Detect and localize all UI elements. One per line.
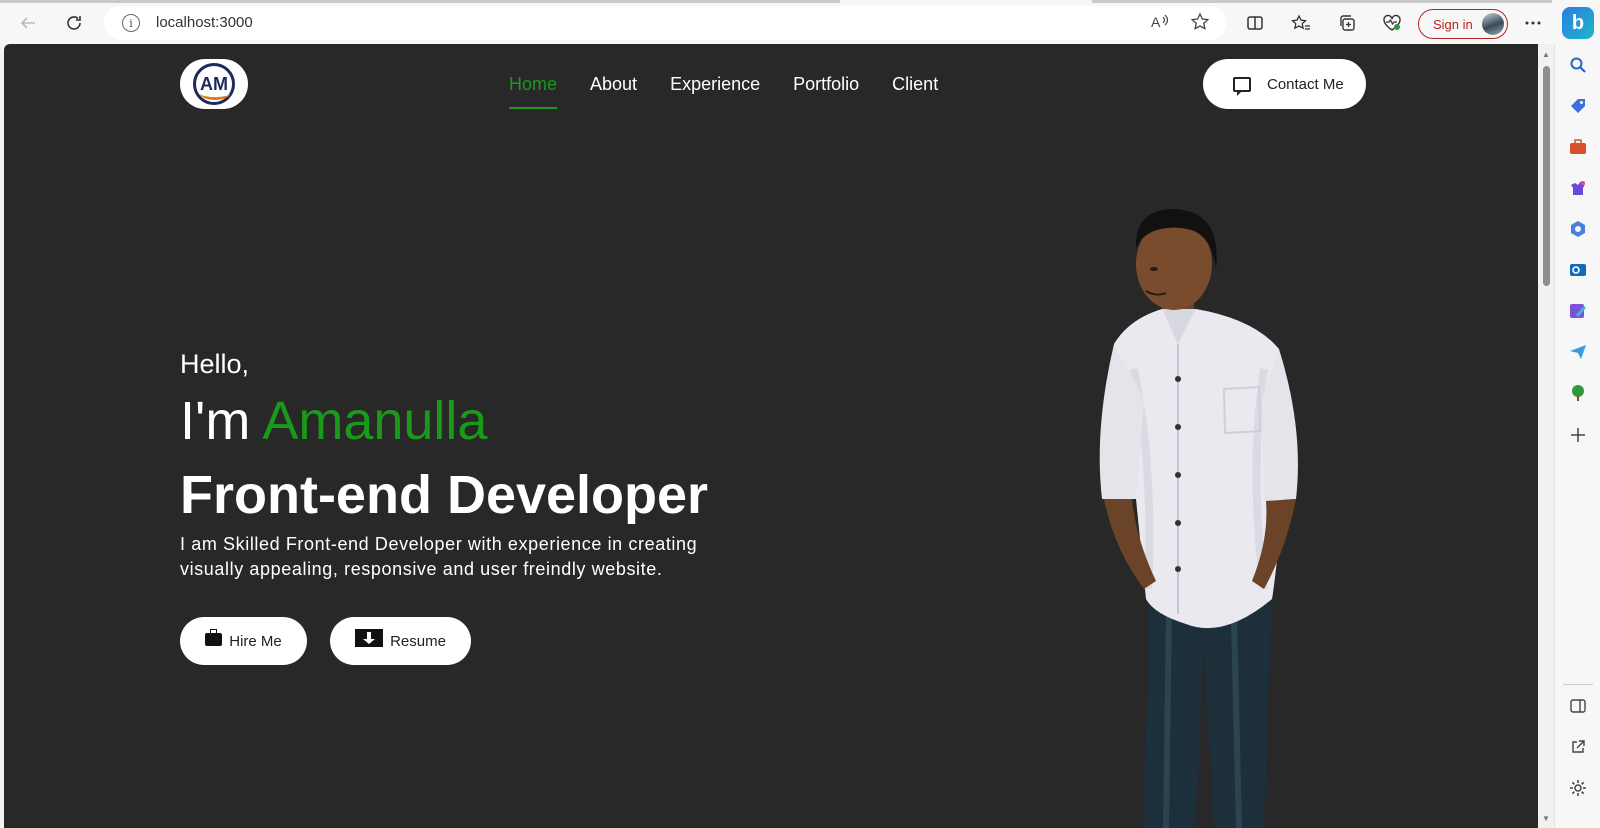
- tools-icon[interactable]: [1568, 137, 1588, 157]
- back-arrow-icon[interactable]: [15, 10, 41, 36]
- nav-item-home[interactable]: Home: [509, 74, 558, 109]
- designer-icon[interactable]: [1568, 301, 1588, 321]
- browser-toolbar: i localhost:3000 A Sign in b: [0, 0, 1600, 44]
- external-link-icon[interactable]: [1568, 737, 1588, 757]
- hero-name: Amanulla: [262, 391, 488, 451]
- games-icon[interactable]: [1568, 178, 1588, 198]
- scroll-thumb[interactable]: [1543, 66, 1550, 286]
- address-bar[interactable]: i localhost:3000 A: [104, 6, 1226, 40]
- url-text[interactable]: localhost:3000: [156, 14, 253, 31]
- page-scrollbar[interactable]: ▲ ▼: [1538, 44, 1554, 828]
- send-icon[interactable]: [1568, 342, 1588, 362]
- read-aloud-icon[interactable]: A: [1150, 12, 1170, 37]
- resume-label: Resume: [390, 632, 446, 650]
- more-icon[interactable]: [1520, 10, 1546, 36]
- download-icon: [355, 629, 384, 647]
- nav-item-client[interactable]: Client: [892, 74, 938, 109]
- profile-photo: [1099, 209, 1298, 828]
- briefcase-icon: [205, 628, 223, 646]
- svg-text:A: A: [1151, 14, 1161, 30]
- favorites-icon[interactable]: [1288, 10, 1314, 36]
- tree-icon[interactable]: [1568, 383, 1588, 403]
- sign-in-button[interactable]: Sign in: [1418, 9, 1508, 39]
- hero-description: I am Skilled Front-end Developer with ex…: [180, 534, 698, 579]
- chat-icon: [1233, 76, 1251, 96]
- avatar: [1482, 13, 1504, 35]
- split-screen-icon[interactable]: [1242, 10, 1268, 36]
- browser-sidebar: [1554, 44, 1600, 828]
- nav-item-about[interactable]: About: [590, 74, 637, 109]
- add-icon[interactable]: [1568, 425, 1588, 445]
- star-icon[interactable]: [1190, 12, 1210, 37]
- nav-item-portfolio[interactable]: Portfolio: [793, 74, 859, 109]
- hero-role: Front-end Developer: [180, 465, 709, 525]
- logo-mark: AM: [193, 63, 235, 105]
- browser-essentials-icon[interactable]: [1379, 10, 1405, 36]
- search-icon[interactable]: [1568, 55, 1588, 75]
- scroll-up-icon[interactable]: ▲: [1542, 50, 1550, 59]
- info-icon[interactable]: i: [122, 14, 140, 32]
- nav-item-experience[interactable]: Experience: [670, 74, 760, 109]
- refresh-icon[interactable]: [61, 10, 87, 36]
- tab-strip-line: [1092, 0, 1552, 3]
- microsoft-365-icon[interactable]: [1568, 219, 1588, 239]
- site-logo[interactable]: AM: [180, 59, 248, 109]
- hire-me-button[interactable]: Hire Me: [180, 617, 307, 665]
- shopping-tag-icon[interactable]: [1568, 96, 1588, 116]
- contact-me-button[interactable]: Contact Me: [1203, 59, 1366, 109]
- outlook-icon[interactable]: [1568, 260, 1588, 280]
- resume-button[interactable]: Resume: [330, 617, 471, 665]
- gear-icon[interactable]: [1568, 778, 1588, 798]
- main-nav: Home About Experience Portfolio Client: [509, 74, 938, 109]
- tab-strip-line: [0, 0, 840, 3]
- sidebar-divider: [1563, 684, 1593, 685]
- hero-greeting: Hello,: [180, 349, 250, 379]
- copilot-icon[interactable]: b: [1562, 7, 1594, 39]
- hero-intro: I'm Amanulla: [180, 390, 487, 452]
- collections-icon[interactable]: [1334, 10, 1360, 36]
- hero-intro-prefix: I'm: [180, 391, 263, 451]
- hire-me-label: Hire Me: [229, 632, 282, 650]
- sign-in-label: Sign in: [1433, 16, 1473, 32]
- page-viewport: AM Home About Experience Portfolio Clien…: [4, 44, 1538, 828]
- scroll-down-icon[interactable]: ▼: [1542, 814, 1550, 823]
- hide-sidebar-icon[interactable]: [1568, 696, 1588, 716]
- contact-me-label: Contact Me: [1267, 75, 1344, 93]
